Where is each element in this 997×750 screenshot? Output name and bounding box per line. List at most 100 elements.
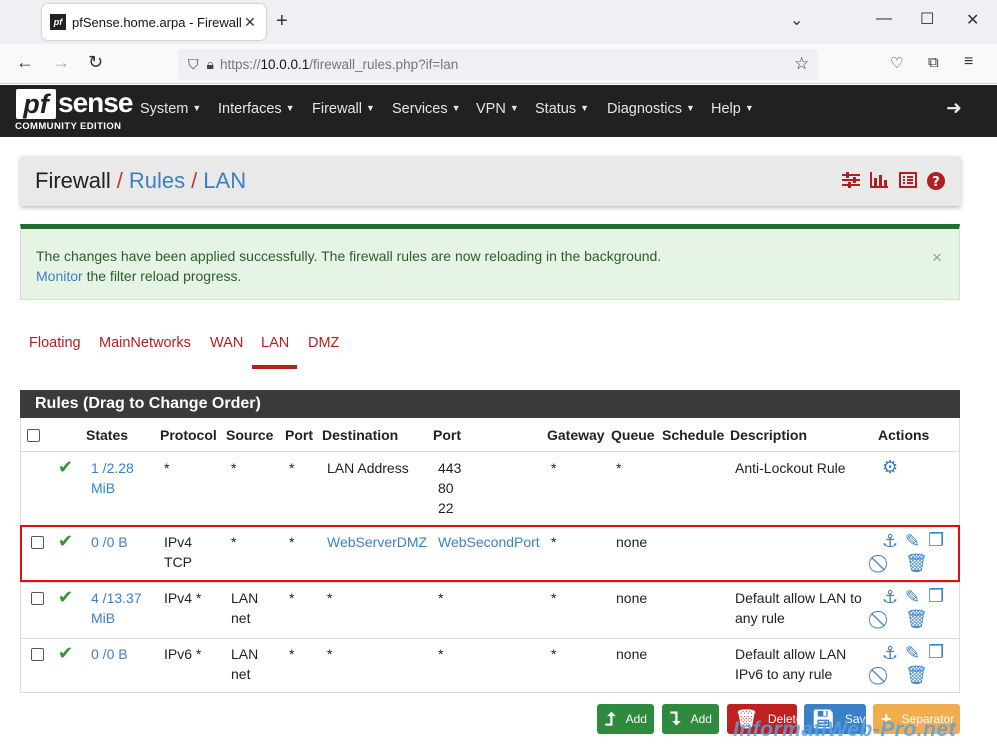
tab-mainnetworks[interactable]: MainNetworks: [99, 335, 191, 351]
row-dest-port: *: [438, 646, 444, 662]
close-tab-icon[interactable]: ✕: [242, 14, 258, 31]
hamburger-menu-icon[interactable]: ≡: [964, 53, 973, 71]
minimize-icon[interactable]: —: [876, 10, 892, 28]
gear-icon[interactable]: ⚙: [882, 457, 898, 478]
extensions-icon[interactable]: ⧉: [928, 54, 939, 71]
row-protocol: IPv6 *: [164, 646, 202, 662]
add-rule-top-button[interactable]: ⮥ Add: [597, 704, 654, 734]
row-protocol: *: [164, 460, 170, 476]
pencil-icon[interactable]: ✎: [905, 643, 920, 664]
row-gateway: *: [551, 590, 557, 606]
pencil-icon[interactable]: ✎: [905, 587, 920, 608]
caret-down-icon: ▼: [744, 103, 754, 113]
row-states[interactable]: 0 /0 B: [91, 644, 128, 664]
copy-icon[interactable]: ❐: [928, 586, 944, 607]
menu-vpn[interactable]: VPN ▼: [476, 101, 519, 117]
row-source: LAN net: [231, 646, 259, 682]
row-gateway: *: [551, 646, 557, 662]
highlight-box: [20, 525, 960, 582]
row-gateway: *: [551, 460, 557, 476]
row-dest-port: *: [438, 590, 444, 606]
row-dest-port: 443 80 22: [438, 460, 462, 516]
col-dest-port: Port: [433, 427, 461, 443]
row-description: Default allow LAN to any rule: [735, 590, 862, 626]
reload-icon[interactable]: ↻: [88, 52, 103, 73]
bookmark-star-icon[interactable]: ☆: [794, 54, 809, 74]
address-bar[interactable]: ⛉ 🔒︎ https://10.0.0.1/firewall_rules.php…: [178, 49, 818, 80]
copy-icon[interactable]: ❐: [928, 642, 944, 663]
menu-help[interactable]: Help ▼: [711, 101, 754, 117]
forward-icon[interactable]: →: [52, 52, 70, 73]
active-tab-indicator: [252, 365, 297, 369]
sliders-icon[interactable]: [842, 172, 860, 193]
row-source-port: *: [289, 646, 295, 662]
check-pass-icon: ✔: [58, 643, 74, 663]
window-close-icon[interactable]: ✕: [966, 10, 979, 30]
trash-icon[interactable]: 🗑︎: [905, 665, 928, 686]
help-question-icon[interactable]: ?: [927, 172, 945, 195]
add-rule-bottom-button[interactable]: ⮧ Add: [662, 704, 719, 734]
new-tab-icon[interactable]: +: [276, 10, 288, 33]
arrow-up-icon: ⮥: [605, 708, 616, 729]
alert-close-icon[interactable]: ×: [932, 248, 942, 268]
back-icon[interactable]: ←: [16, 52, 34, 73]
shield-icon[interactable]: ⛉: [188, 56, 199, 73]
tab-floating[interactable]: Floating: [29, 335, 81, 351]
row-source-port: *: [289, 590, 295, 606]
col-gateway: Gateway: [547, 427, 605, 443]
breadcrumb-lan[interactable]: LAN: [203, 168, 246, 193]
row-description: Default allow LAN IPv6 to any rule: [735, 646, 847, 682]
menu-firewall[interactable]: Firewall ▼: [312, 101, 375, 117]
url-prefix: https://: [219, 57, 261, 72]
tab-list-chevron-icon[interactable]: ⌄: [790, 10, 803, 30]
watermark: InformatiWeb-Pro.net: [733, 718, 957, 741]
row-divider: [20, 451, 960, 452]
row-checkbox[interactable]: [31, 648, 44, 661]
col-queue: Queue: [611, 427, 655, 443]
menu-status[interactable]: Status ▼: [535, 101, 589, 117]
tab-dmz[interactable]: DMZ: [308, 335, 339, 351]
pfsense-favicon: pf: [50, 14, 66, 30]
col-states: States: [86, 427, 129, 443]
pfsense-logo[interactable]: pf sense COMMUNITY EDITION: [12, 87, 133, 133]
pocket-icon[interactable]: ♡: [890, 54, 903, 72]
caret-down-icon: ▼: [365, 103, 375, 113]
row-states[interactable]: 4 /13.37 MiB: [91, 588, 142, 628]
tab-wan[interactable]: WAN: [210, 335, 243, 351]
row-source: LAN net: [231, 590, 259, 626]
anchor-icon[interactable]: ⚓: [882, 643, 898, 664]
menu-interfaces[interactable]: Interfaces ▼: [218, 101, 295, 117]
url-path: /firewall_rules.php?if=lan: [309, 57, 459, 72]
caret-down-icon: ▼: [451, 103, 461, 113]
browser-tab[interactable]: pf pfSense.home.arpa - Firewall: Rules: …: [42, 4, 266, 40]
row-source-port: *: [289, 460, 295, 476]
row-checkbox[interactable]: [31, 592, 44, 605]
caret-down-icon: ▼: [285, 103, 295, 113]
menu-system[interactable]: System ▼: [140, 101, 201, 117]
anchor-icon[interactable]: ⚓: [882, 587, 898, 608]
caret-down-icon: ▼: [580, 103, 590, 113]
success-alert: The changes have been applied successful…: [20, 224, 960, 300]
list-alt-icon[interactable]: [899, 172, 917, 193]
select-all-checkbox[interactable]: [27, 429, 40, 442]
caret-down-icon: ▼: [685, 103, 695, 113]
row-divider: [20, 582, 960, 583]
breadcrumb-rules[interactable]: Rules: [129, 168, 185, 193]
caret-down-icon: ▼: [509, 103, 519, 113]
caret-down-icon: ▼: [192, 103, 202, 113]
tab-lan[interactable]: LAN: [261, 335, 289, 351]
row-states[interactable]: 1 /2.28 MiB: [91, 458, 134, 498]
check-pass-icon: ✔: [58, 457, 74, 477]
col-source: Source: [226, 427, 274, 443]
monitor-link[interactable]: Monitor: [36, 268, 83, 284]
menu-services[interactable]: Services ▼: [392, 101, 461, 117]
maximize-icon[interactable]: ☐: [920, 9, 934, 29]
menu-diagnostics[interactable]: Diagnostics ▼: [607, 101, 695, 117]
col-protocol: Protocol: [160, 427, 217, 443]
col-actions: Actions: [878, 427, 930, 443]
trash-icon[interactable]: 🗑︎: [905, 609, 928, 630]
url-host: 10.0.0.1: [260, 57, 310, 72]
chart-bar-icon[interactable]: [870, 172, 888, 193]
lock-icon[interactable]: 🔒︎: [207, 56, 214, 73]
logout-icon[interactable]: ➜: [946, 97, 962, 120]
